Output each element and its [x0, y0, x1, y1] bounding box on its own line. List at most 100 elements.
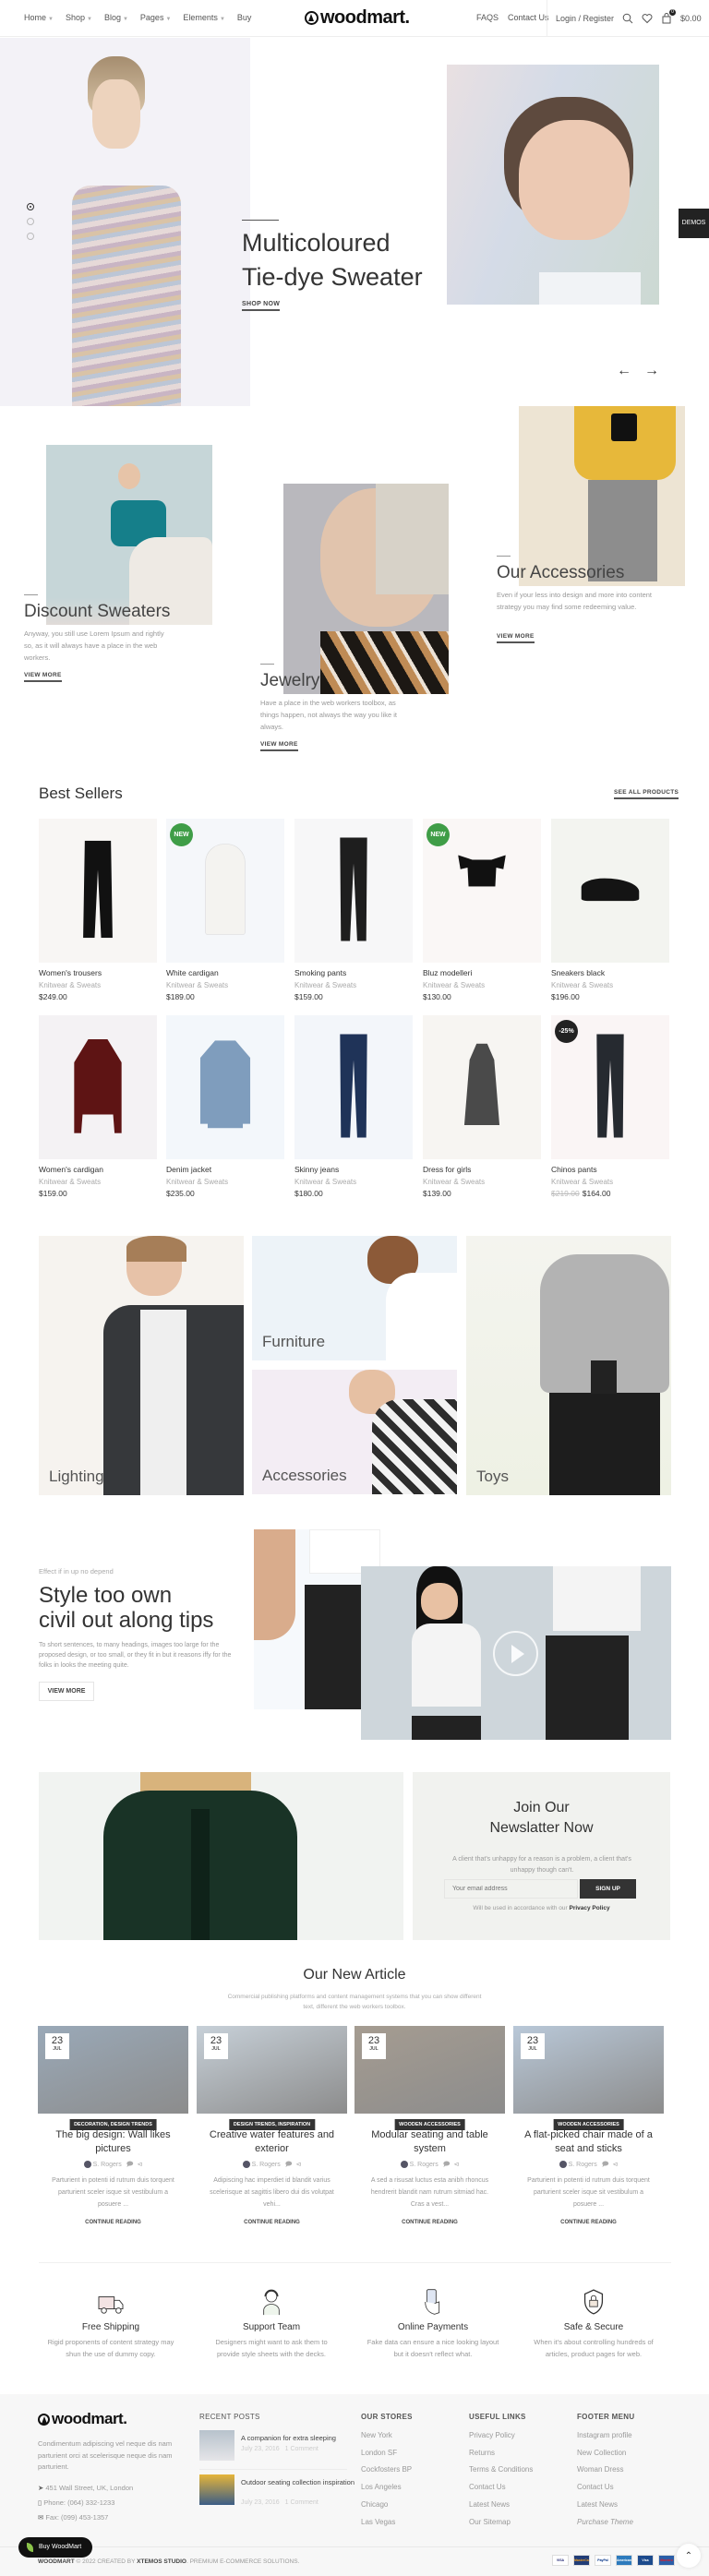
footer-link[interactable]: London SF	[361, 2445, 397, 2462]
nav-contact[interactable]: Contact Us	[508, 13, 549, 22]
article-image[interactable]: 23 JUL	[38, 2026, 188, 2114]
banner-furniture[interactable]: Furniture	[252, 1236, 457, 1360]
footer-link[interactable]: Latest News	[469, 2497, 510, 2514]
product-image[interactable]	[551, 819, 669, 963]
footer-link[interactable]: Privacy Policy	[469, 2427, 515, 2445]
recent-post-title[interactable]: A companion for extra sleeping	[241, 2433, 356, 2443]
scroll-to-top-button[interactable]: ⌃	[677, 2544, 701, 2568]
nav-item-blog[interactable]: Blog ▼	[104, 13, 128, 22]
product-category[interactable]: Knitwear & Sweats	[294, 981, 413, 989]
login-register-link[interactable]: Login / Register	[556, 14, 614, 23]
cart-total[interactable]: $0.00	[680, 14, 702, 23]
recent-post-title[interactable]: Outdoor seating collection inspiration	[241, 2477, 356, 2487]
product-name[interactable]: White cardigan	[166, 968, 284, 977]
footer-link[interactable]: New Collection	[577, 2445, 626, 2462]
comment-icon[interactable]: 🗩	[285, 2162, 293, 2168]
product-category[interactable]: Knitwear & Sweats	[39, 1178, 157, 1186]
product-category[interactable]: Knitwear & Sweats	[423, 981, 541, 989]
share-icon[interactable]: ⊲	[613, 2162, 619, 2168]
style-view-more-button[interactable]: VIEW MORE	[39, 1682, 94, 1701]
product-name[interactable]: Sneakers black	[551, 968, 669, 977]
product-name[interactable]: Skinny jeans	[294, 1165, 413, 1174]
footer-link[interactable]: Los Angeles	[361, 2479, 402, 2497]
article-title[interactable]: A flat-picked chair made of a seat and s…	[513, 2128, 664, 2156]
post-comments[interactable]: 1 Comment	[285, 2499, 318, 2506]
banner-toys[interactable]: Toys	[466, 1236, 671, 1495]
article-category-tag[interactable]: DECORATION, DESIGN TRENDS	[69, 2119, 157, 2130]
category-view-more-link[interactable]: VIEW MORE	[24, 672, 62, 682]
product-category[interactable]: Knitwear & Sweats	[39, 981, 157, 989]
product-image[interactable]	[423, 1015, 541, 1159]
search-icon[interactable]	[622, 13, 633, 24]
cart-icon[interactable]: 0	[661, 9, 677, 24]
privacy-policy-link[interactable]: Privacy Policy	[569, 1905, 609, 1911]
article-author[interactable]: S. Rogers	[252, 2162, 281, 2168]
xtemos-studio-link[interactable]: XTEMOS STUDIO	[137, 2558, 186, 2565]
product-card[interactable]: Dress for girls Knitwear & Sweats $139.00	[423, 1015, 541, 1198]
product-name[interactable]: Denim jacket	[166, 1165, 284, 1174]
product-card[interactable]: NEW White cardigan Knitwear & Sweats $189.0…	[166, 819, 284, 1001]
recent-post-thumbnail[interactable]	[199, 2430, 234, 2461]
product-category[interactable]: Knitwear & Sweats	[551, 1178, 669, 1186]
comment-icon[interactable]: 🗩	[443, 2162, 451, 2168]
product-category[interactable]: Knitwear & Sweats	[551, 981, 669, 989]
product-name[interactable]: Women's trousers	[39, 968, 157, 977]
footer-link[interactable]: Latest News	[577, 2497, 618, 2514]
product-name[interactable]: Women's cardigan	[39, 1165, 157, 1174]
product-name[interactable]: Dress for girls	[423, 1165, 541, 1174]
footer-link[interactable]: Contact Us	[469, 2479, 506, 2497]
product-card[interactable]: Skinny jeans Knitwear & Sweats $180.00	[294, 1015, 413, 1198]
continue-reading-link[interactable]: CONTINUE READING	[354, 2220, 505, 2225]
product-image[interactable]	[39, 1015, 157, 1159]
product-image[interactable]: -25%	[551, 1015, 669, 1159]
continue-reading-link[interactable]: CONTINUE READING	[513, 2220, 664, 2225]
banner-accessories[interactable]: Accessories	[252, 1370, 457, 1494]
footer-link[interactable]: Terms & Conditions	[469, 2462, 533, 2479]
nav-item-shop[interactable]: Shop ▼	[66, 13, 92, 22]
nav-item-pages[interactable]: Pages ▼	[140, 13, 171, 22]
article-image[interactable]: 23 JUL	[354, 2026, 505, 2114]
product-image[interactable]	[294, 819, 413, 963]
category-view-more-link[interactable]: VIEW MORE	[260, 741, 298, 751]
see-all-products-link[interactable]: SEE ALL PRODUCTS	[614, 789, 679, 799]
footer-link[interactable]: Woman Dress	[577, 2462, 624, 2479]
footer-link[interactable]: Returns	[469, 2445, 495, 2462]
play-button-icon[interactable]	[493, 1631, 538, 1676]
video-thumbnail-image[interactable]	[361, 1566, 671, 1740]
article-title[interactable]: Creative water features and exterior	[197, 2128, 347, 2156]
product-image[interactable]: NEW	[166, 819, 284, 963]
share-icon[interactable]: ⊲	[138, 2162, 143, 2168]
article-author[interactable]: S. Rogers	[569, 2162, 597, 2168]
newsletter-email-input[interactable]	[444, 1879, 578, 1899]
wishlist-heart-icon[interactable]	[642, 13, 653, 24]
article-image[interactable]: 23 JUL	[197, 2026, 347, 2114]
product-card[interactable]: Women's trousers Knitwear & Sweats $249.00	[39, 819, 157, 1001]
footer-link[interactable]: Instagram profile	[577, 2427, 632, 2445]
slider-next-arrow-icon[interactable]: →	[644, 363, 659, 379]
footer-link[interactable]: Chicago	[361, 2497, 388, 2514]
category-view-more-link[interactable]: VIEW MORE	[497, 633, 535, 643]
continue-reading-link[interactable]: CONTINUE READING	[38, 2220, 188, 2225]
product-name[interactable]: Smoking pants	[294, 968, 413, 977]
product-name[interactable]: Chinos pants	[551, 1165, 669, 1174]
nav-faqs[interactable]: FAQS	[476, 13, 499, 22]
article-author[interactable]: S. Rogers	[93, 2162, 122, 2168]
product-image[interactable]: NEW	[423, 819, 541, 963]
banner-lighting[interactable]: Lighting	[39, 1236, 244, 1495]
share-icon[interactable]: ⊲	[454, 2162, 460, 2168]
product-image[interactable]	[39, 819, 157, 963]
post-comments[interactable]: 1 Comment	[285, 2446, 318, 2452]
slider-dot[interactable]	[27, 218, 34, 225]
product-card[interactable]: Smoking pants Knitwear & Sweats $159.00	[294, 819, 413, 1001]
article-title[interactable]: Modular seating and table system	[354, 2128, 505, 2156]
product-card[interactable]: Sneakers black Knitwear & Sweats $196.00	[551, 819, 669, 1001]
product-name[interactable]: Bluz modelleri	[423, 968, 541, 977]
article-image[interactable]: 23 JUL	[513, 2026, 664, 2114]
comment-icon[interactable]: 🗩	[126, 2162, 134, 2168]
article-author[interactable]: S. Rogers	[410, 2162, 439, 2168]
continue-reading-link[interactable]: CONTINUE READING	[197, 2220, 347, 2225]
article-title[interactable]: The big design: Wall likes pictures	[38, 2128, 188, 2156]
product-card[interactable]: Women's cardigan Knitwear & Sweats $159.00	[39, 1015, 157, 1198]
product-category[interactable]: Knitwear & Sweats	[166, 1178, 284, 1186]
footer-logo[interactable]: woodmart.	[38, 2410, 127, 2428]
